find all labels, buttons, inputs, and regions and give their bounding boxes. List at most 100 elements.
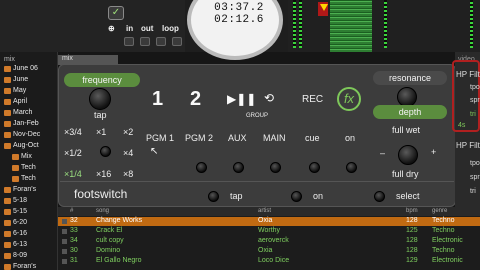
route-pgm2-button[interactable] [196, 162, 207, 173]
loop-button[interactable]: loop [162, 24, 179, 36]
crate-item[interactable]: March [4, 109, 32, 120]
out-button[interactable]: out [141, 24, 153, 36]
frequency-button[interactable]: frequency [64, 73, 140, 87]
crate-item[interactable]: 5-15 [4, 208, 27, 219]
cursor-icon: ↖ [150, 146, 159, 157]
check-toggle[interactable]: ✓ [108, 6, 124, 20]
fx-button[interactable]: fx [337, 87, 361, 111]
crate-item[interactable]: 6-16 [4, 230, 27, 241]
hp-item-tpo[interactable]: tpo [470, 84, 480, 91]
folder-icon [4, 131, 11, 138]
track-num: 32 [70, 217, 78, 224]
mult-16[interactable]: ×16 [96, 169, 111, 179]
crate-item[interactable]: 6-20 [4, 219, 27, 230]
mult-1[interactable]: ×1 [96, 127, 106, 137]
crate-item[interactable]: Foran's [4, 186, 36, 197]
track-row[interactable]: 32 Change Works Oxia 128 Techno [58, 217, 480, 226]
loop-slot-4[interactable] [172, 37, 182, 46]
group-2-button[interactable]: 2 [190, 88, 201, 111]
fs-on-label: on [313, 191, 324, 201]
fs-on-button[interactable] [291, 191, 302, 202]
fs-tap-button[interactable] [208, 191, 219, 202]
track-row[interactable]: 31 El Gallo Negro Loco Dice 129 Electronic [58, 257, 480, 266]
route-on-button[interactable] [346, 162, 357, 173]
level-meter-right [299, 0, 302, 48]
hp2-item-tri[interactable]: tri [470, 188, 476, 195]
group-1-button[interactable]: 1 [152, 88, 163, 111]
route-cue-label: cue [305, 133, 320, 143]
hp2-item-spr[interactable]: spr [470, 174, 480, 181]
resonance-knob[interactable] [397, 87, 417, 107]
col-num[interactable]: # [70, 208, 73, 214]
col-genre[interactable]: genre [432, 208, 447, 214]
fs-tap-label: tap [230, 191, 243, 201]
loop-slot-1[interactable] [124, 37, 134, 46]
mult-2[interactable]: ×2 [123, 127, 133, 137]
crate-item[interactable]: June 06 [4, 65, 38, 76]
route-main-button[interactable] [270, 162, 281, 173]
fs-select-button[interactable] [374, 191, 385, 202]
crate-item[interactable]: Tech [12, 175, 36, 186]
crate-label: June 06 [13, 65, 38, 72]
frequency-knob[interactable] [89, 88, 111, 110]
crate-label: Nov-Dec [13, 131, 41, 138]
crate-item[interactable]: May [4, 87, 26, 98]
loop-slot-2[interactable] [140, 37, 150, 46]
mult-3-4[interactable]: ×3/4 [64, 127, 82, 137]
depth-button[interactable]: depth [373, 105, 447, 119]
crate-item[interactable]: 8-09 [4, 252, 27, 263]
route-cue-button[interactable] [309, 162, 320, 173]
track-num: 31 [70, 257, 78, 264]
level-meter-3 [384, 0, 387, 48]
minus-button[interactable]: – [380, 148, 385, 158]
folder-icon [4, 263, 11, 270]
track-row[interactable]: 34 cult copy aeroverck 128 Electronic [58, 237, 480, 246]
track-row[interactable]: 30 Domino Oxia 128 Techno [58, 247, 480, 256]
route-on-label: on [345, 133, 356, 143]
crate-item[interactable]: 6-13 [4, 241, 27, 252]
hp-item-spr[interactable]: spr [470, 97, 480, 104]
record-button[interactable]: REC [302, 94, 323, 105]
crate-item[interactable]: April [4, 98, 27, 109]
track-genre: Techno [432, 247, 455, 254]
waveform-display[interactable] [330, 0, 372, 52]
track-bpm: 128 [406, 237, 418, 244]
in-button[interactable]: in [126, 24, 133, 36]
col-song[interactable]: song [96, 208, 109, 214]
folder-icon [4, 76, 11, 83]
wet-dry-knob[interactable] [398, 145, 418, 165]
full-wet-label: full wet [392, 125, 421, 135]
folder-icon [12, 153, 19, 160]
col-bpm[interactable]: bpm [406, 208, 418, 214]
crate-label: March [13, 109, 33, 116]
plus-button[interactable]: + [431, 147, 436, 157]
play-pause-icon[interactable]: ▶❚❚ [227, 92, 256, 106]
loop-slot-3[interactable] [156, 37, 166, 46]
crate-item[interactable]: Tech [12, 164, 36, 175]
crate-item[interactable]: Nov-Dec [4, 131, 40, 142]
route-main-label: MAIN [263, 133, 286, 143]
hp2-item-tpo[interactable]: tpo [470, 160, 480, 167]
hp-item-tri[interactable]: tri [470, 111, 476, 118]
mult-1-2[interactable]: ×1/2 [64, 148, 82, 158]
hp-item-4s[interactable]: 4s [458, 122, 465, 129]
loop-icon[interactable]: ⟲ [264, 91, 274, 105]
track-list: # song artist bpm genre 32 Change Works Ox… [58, 207, 480, 270]
crate-label: 5-15 [13, 208, 28, 215]
mult-8[interactable]: ×8 [123, 169, 133, 179]
mult-4[interactable]: ×4 [123, 148, 133, 158]
track-song: cult copy [96, 237, 124, 244]
col-artist[interactable]: artist [258, 208, 271, 214]
folder-icon [4, 109, 11, 116]
track-row[interactable]: 33 Crack El Worthy 125 Techno [58, 227, 480, 236]
crate-item[interactable]: June [4, 76, 28, 87]
track-song: Change Works [96, 217, 143, 224]
track-num: 33 [70, 227, 78, 234]
route-aux-button[interactable] [233, 162, 244, 173]
crate-item[interactable]: Jan-Feb [4, 120, 39, 131]
crate-item[interactable]: Foran's [4, 263, 36, 270]
crate-item[interactable]: Aug-Oct [4, 142, 39, 153]
crate-item[interactable]: Mix [12, 153, 32, 164]
crate-item[interactable]: 5-18 [4, 197, 27, 208]
mult-1-4[interactable]: ×1/4 [64, 169, 82, 179]
